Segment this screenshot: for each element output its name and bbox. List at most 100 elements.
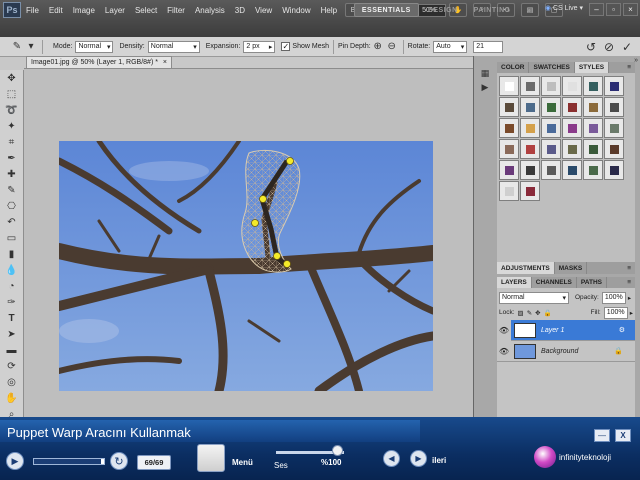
brush-tool-icon[interactable]: ✎: [4, 183, 20, 198]
style-swatch[interactable]: [499, 76, 519, 96]
clone-stamp-tool-icon[interactable]: ⎔: [4, 199, 20, 214]
tool-preset-chevron-icon[interactable]: ▾: [24, 40, 38, 54]
menu-help[interactable]: Help: [316, 0, 342, 20]
expansion-input[interactable]: 2 px ▸: [243, 40, 276, 53]
player-minimize-button[interactable]: —: [594, 429, 610, 442]
menu-icon[interactable]: [197, 444, 225, 472]
layer-row-layer1[interactable]: 👁 Layer 1 ⚙: [497, 319, 635, 341]
tab-channels[interactable]: CHANNELS: [532, 277, 577, 288]
lock-all-icon[interactable]: 🔒: [544, 309, 552, 317]
healing-brush-tool-icon[interactable]: ✚: [4, 167, 20, 182]
layer-name[interactable]: Background: [541, 348, 578, 355]
style-swatch[interactable]: [583, 118, 603, 138]
workspace-design[interactable]: DESIGN: [421, 3, 465, 17]
style-swatch[interactable]: [541, 160, 561, 180]
style-swatch[interactable]: [583, 160, 603, 180]
tab-styles[interactable]: STYLES: [574, 62, 610, 73]
rotate-mode-select[interactable]: Auto ▾: [433, 40, 468, 53]
style-swatch[interactable]: [520, 76, 540, 96]
menu-file[interactable]: File: [21, 0, 44, 20]
marquee-tool-icon[interactable]: ⬚: [4, 87, 20, 102]
style-swatch[interactable]: [562, 160, 582, 180]
blur-tool-icon[interactable]: 💧: [4, 263, 20, 278]
style-swatch[interactable]: [562, 118, 582, 138]
lock-transparency-icon[interactable]: ▨: [518, 309, 524, 317]
lasso-tool-icon[interactable]: ➰: [4, 103, 20, 118]
replay-button[interactable]: ↻: [110, 452, 128, 470]
pin-backward-icon[interactable]: ⊖: [385, 40, 399, 54]
fill-input[interactable]: 100%: [603, 306, 628, 319]
style-swatch[interactable]: [604, 97, 624, 117]
style-swatch[interactable]: [562, 97, 582, 117]
tab-swatches[interactable]: SWATCHES: [529, 62, 575, 73]
lock-paint-icon[interactable]: ✎: [527, 309, 532, 317]
menu-filter[interactable]: Filter: [162, 0, 190, 20]
style-swatch[interactable]: [520, 139, 540, 159]
3d-rotate-tool-icon[interactable]: ⟳: [4, 359, 20, 374]
minimize-icon[interactable]: –: [589, 3, 604, 16]
rotate-angle-input[interactable]: 21: [473, 40, 504, 53]
menu-layer[interactable]: Layer: [100, 0, 130, 20]
style-swatch[interactable]: [604, 139, 624, 159]
style-swatch[interactable]: [604, 160, 624, 180]
style-swatch[interactable]: [499, 181, 519, 201]
pin-forward-icon[interactable]: ⊕: [371, 40, 385, 54]
opacity-input[interactable]: 100%: [601, 291, 626, 304]
history-brush-tool-icon[interactable]: ↶: [4, 215, 20, 230]
menu-window[interactable]: Window: [277, 0, 315, 20]
gradient-tool-icon[interactable]: ▮: [4, 247, 20, 262]
eyedropper-tool-icon[interactable]: ✒: [4, 151, 20, 166]
actions-panel-icon[interactable]: ▶: [477, 82, 493, 96]
style-swatch[interactable]: [499, 139, 519, 159]
style-swatch[interactable]: [562, 76, 582, 96]
menu-3d[interactable]: 3D: [230, 0, 250, 20]
style-swatch[interactable]: [499, 97, 519, 117]
workspace-essentials[interactable]: ESSENTIALS: [353, 3, 419, 17]
style-swatch[interactable]: [520, 160, 540, 180]
layer-row-background[interactable]: 👁 Background 🔒: [497, 341, 635, 362]
close-icon[interactable]: ×: [623, 3, 638, 16]
shape-tool-icon[interactable]: ▬: [4, 343, 20, 358]
path-selection-tool-icon[interactable]: ➤: [4, 327, 20, 342]
close-tab-icon[interactable]: ×: [163, 59, 167, 66]
style-swatch[interactable]: [541, 139, 561, 159]
menu-label[interactable]: Menü: [232, 458, 253, 467]
blend-mode-select[interactable]: Normal ▾: [499, 291, 569, 304]
player-close-button[interactable]: X: [615, 429, 631, 442]
type-tool-icon[interactable]: T: [4, 311, 20, 326]
next-button[interactable]: ▶: [410, 450, 427, 467]
move-tool-icon[interactable]: ✥: [4, 71, 20, 86]
panel-menu-icon[interactable]: ≡: [623, 62, 635, 73]
crop-tool-icon[interactable]: ⌗: [4, 135, 20, 150]
style-swatch[interactable]: [583, 97, 603, 117]
tab-layers[interactable]: LAYERS: [497, 277, 532, 288]
visibility-eye-icon[interactable]: 👁: [497, 341, 511, 362]
play-button[interactable]: ▶: [6, 452, 24, 470]
style-swatch[interactable]: [520, 118, 540, 138]
remove-pins-icon[interactable]: ↺: [584, 40, 598, 54]
lock-position-icon[interactable]: ✥: [535, 309, 540, 317]
show-mesh-checkbox[interactable]: ✓: [281, 42, 291, 51]
menu-analysis[interactable]: Analysis: [190, 0, 230, 20]
chevron-right-icon[interactable]: ▸: [630, 309, 633, 317]
style-swatch[interactable]: [562, 139, 582, 159]
style-swatch[interactable]: [541, 97, 561, 117]
tab-masks[interactable]: MASKS: [555, 262, 588, 274]
panel-menu-icon[interactable]: ≡: [623, 277, 635, 288]
3d-orbit-tool-icon[interactable]: ◎: [4, 375, 20, 390]
progress-bar[interactable]: [33, 458, 105, 465]
style-swatch[interactable]: [604, 76, 624, 96]
style-swatch[interactable]: [499, 160, 519, 180]
menu-image[interactable]: Image: [68, 0, 100, 20]
density-select[interactable]: Normal ▾: [147, 40, 200, 53]
visibility-eye-icon[interactable]: 👁: [497, 319, 511, 341]
tab-adjustments[interactable]: ADJUSTMENTS: [497, 262, 555, 274]
hand-tool-icon[interactable]: ✋: [4, 391, 20, 406]
next-label[interactable]: ileri: [432, 456, 446, 465]
style-swatch[interactable]: [541, 118, 561, 138]
cs-live-button[interactable]: ◉ CS Live ▾: [545, 4, 583, 13]
document-tab[interactable]: Image01.jpg @ 50% (Layer 1, RGB/8#) * ×: [26, 56, 172, 68]
puppet-warp-pin-icon[interactable]: ✎: [10, 40, 24, 54]
eraser-tool-icon[interactable]: ▭: [4, 231, 20, 246]
previous-button[interactable]: ◀: [383, 450, 400, 467]
